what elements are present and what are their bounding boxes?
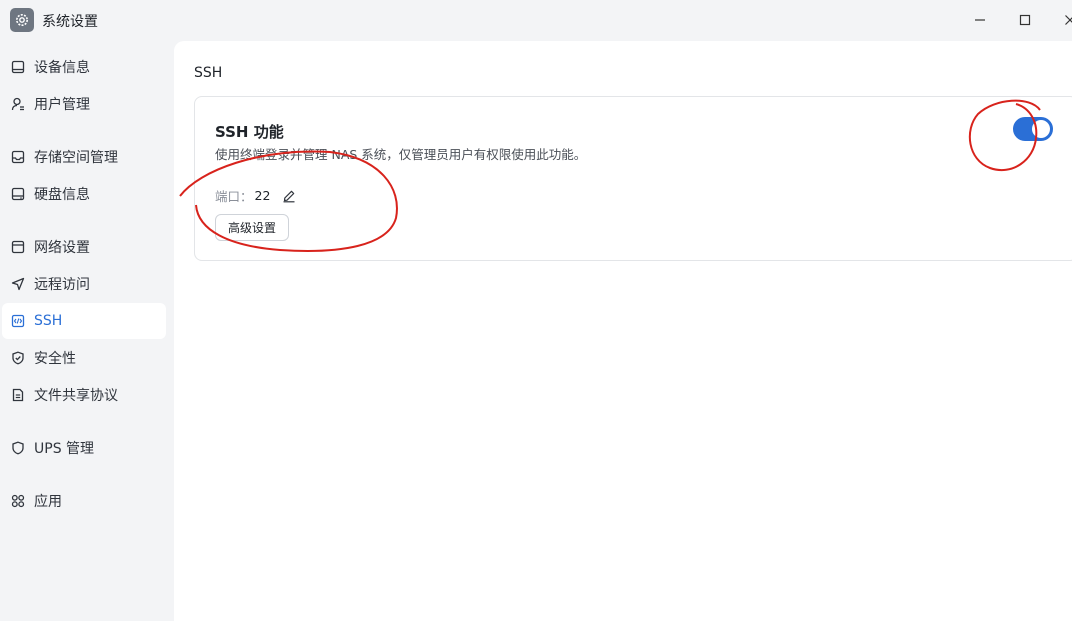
sidebar-item-label: 存储空间管理 <box>34 150 118 166</box>
ssh-toggle[interactable] <box>1013 117 1053 141</box>
sidebar-item-label: 应用 <box>34 494 62 510</box>
sidebar-item-security[interactable]: 安全性 <box>2 340 166 376</box>
shield-icon <box>11 441 25 455</box>
advanced-settings-button[interactable]: 高级设置 <box>215 214 290 241</box>
disk-icon <box>11 187 25 201</box>
sidebar-item-storage-management[interactable]: 存储空间管理 <box>2 139 166 175</box>
sidebar-item-ups-management[interactable]: UPS 管理 <box>2 430 166 466</box>
settings-window: 系统设置 设备信息 用户管理 存储空间管理 硬盘信息 网络设置 远程访问 SSH… <box>0 0 1072 621</box>
toggle-knob <box>1032 120 1050 138</box>
network-icon <box>11 240 25 254</box>
card-title: SSH 功能 <box>215 123 284 141</box>
minimize-icon[interactable] <box>968 8 992 32</box>
sidebar-item-label: 设备信息 <box>34 60 90 76</box>
sidebar-item-label: 安全性 <box>34 351 76 367</box>
sidebar-item-label: 硬盘信息 <box>34 187 90 203</box>
apps-icon <box>11 494 25 508</box>
gear-icon <box>10 8 34 32</box>
sidebar-item-ssh[interactable]: SSH <box>2 303 166 339</box>
sidebar-item-label: 用户管理 <box>34 97 90 113</box>
sidebar-item-remote-access[interactable]: 远程访问 <box>2 266 166 302</box>
user-icon <box>11 97 25 111</box>
maximize-icon[interactable] <box>1013 8 1037 32</box>
storage-icon <box>11 150 25 164</box>
send-icon <box>11 277 25 291</box>
document-icon <box>11 388 25 402</box>
title-bar: 系统设置 <box>0 0 1072 40</box>
sidebar-item-apps[interactable]: 应用 <box>2 483 166 519</box>
sidebar-item-file-sharing[interactable]: 文件共享协议 <box>2 377 166 413</box>
sidebar-item-label: 远程访问 <box>34 277 90 293</box>
sidebar-item-disk-info[interactable]: 硬盘信息 <box>2 176 166 212</box>
port-value: 22 <box>254 188 271 203</box>
sidebar-item-label: UPS 管理 <box>34 441 95 457</box>
shield-check-icon <box>11 351 25 365</box>
port-label: 端口： <box>215 189 253 204</box>
sidebar-item-device-info[interactable]: 设备信息 <box>2 49 166 85</box>
ssh-settings-card: SSH 功能 使用终端登录并管理 NAS 系统，仅管理员用户有权限使用此功能。 … <box>194 96 1072 261</box>
sidebar-item-label: 网络设置 <box>34 240 90 256</box>
sidebar-item-network-settings[interactable]: 网络设置 <box>2 229 166 265</box>
port-row: 端口： 22 <box>215 186 296 205</box>
sidebar-item-user-management[interactable]: 用户管理 <box>2 86 166 122</box>
device-icon <box>11 60 25 74</box>
window-title: 系统设置 <box>42 14 98 30</box>
card-description: 使用终端登录并管理 NAS 系统，仅管理员用户有权限使用此功能。 <box>215 147 587 162</box>
sidebar: 设备信息 用户管理 存储空间管理 硬盘信息 网络设置 远程访问 SSH 安全性 … <box>0 40 174 621</box>
sidebar-item-label: SSH <box>34 313 63 329</box>
edit-icon[interactable] <box>282 189 296 203</box>
sidebar-item-label: 文件共享协议 <box>34 388 118 404</box>
main-panel: SSH SSH 功能 使用终端登录并管理 NAS 系统，仅管理员用户有权限使用此… <box>174 41 1072 621</box>
close-icon[interactable] <box>1058 8 1072 32</box>
code-icon <box>11 314 25 328</box>
page-title: SSH <box>194 65 223 81</box>
